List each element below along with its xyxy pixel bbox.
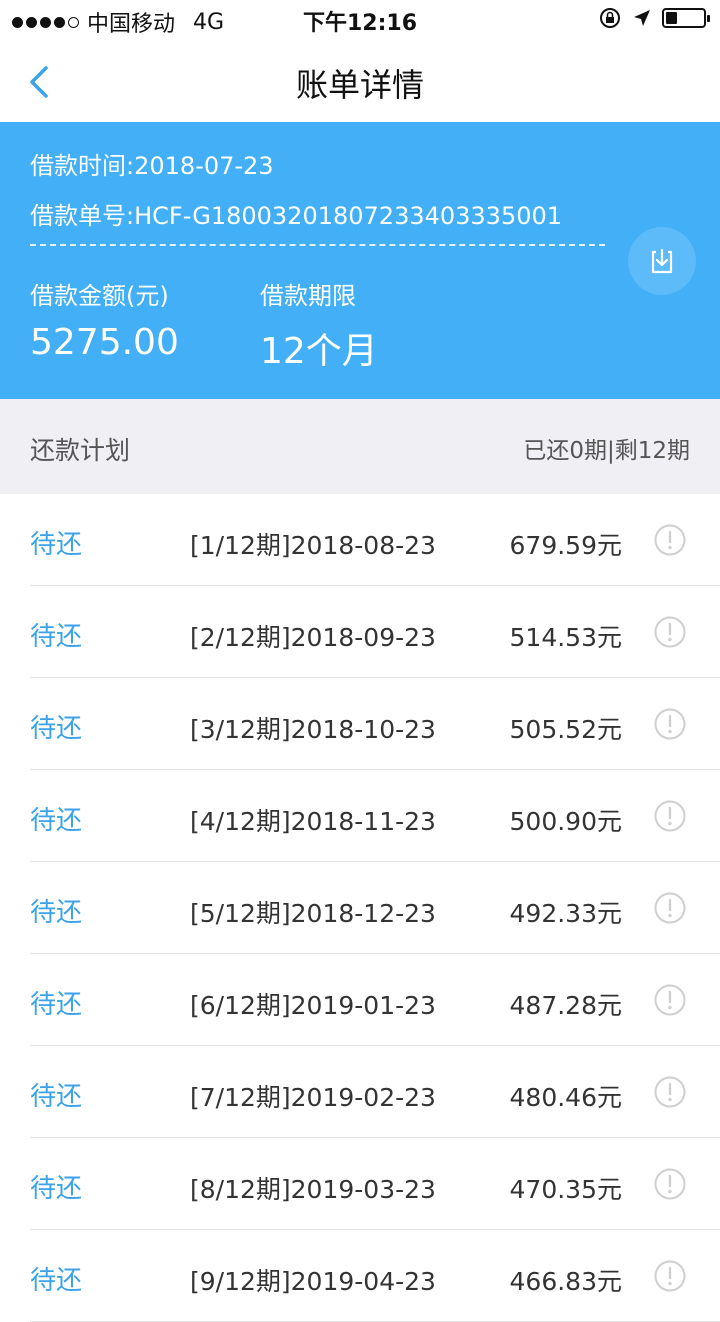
installment-period: [4/12期]2018-11-23 (190, 807, 436, 836)
loan-amount-label: 借款金额(元) (30, 282, 169, 310)
installment-amount: 492.33元 (509, 899, 622, 928)
location-arrow-icon (634, 10, 650, 26)
installment-status: 待还 (30, 898, 83, 928)
info-icon[interactable] (654, 1168, 686, 1200)
installment-status: 待还 (30, 1174, 83, 1204)
info-icon[interactable] (654, 616, 686, 648)
installment-status: 待还 (30, 530, 83, 560)
download-icon (651, 248, 673, 274)
repayment-progress: 已还0期|剩12期 (523, 438, 690, 464)
installment-row[interactable]: 待还 [7/12期]2019-02-23 480.46元 (30, 1046, 720, 1138)
installment-status: 待还 (30, 990, 83, 1020)
battery-level (666, 12, 677, 24)
page-title: 账单详情 (295, 66, 424, 104)
dashed-divider (30, 244, 605, 246)
installment-amount: 487.28元 (509, 991, 622, 1020)
info-icon[interactable] (654, 708, 686, 740)
download-button[interactable] (628, 227, 696, 295)
installment-status: 待还 (30, 1266, 83, 1296)
installment-row[interactable]: 待还 [4/12期]2018-11-23 500.90元 (30, 770, 720, 862)
installment-period: [9/12期]2019-04-23 (190, 1267, 436, 1296)
installment-list: 待还 [1/12期]2018-08-23 679.59元 待还 [2/12期]2018-… (0, 494, 720, 1322)
loan-summary-card: 借款时间:2018-07-23 借款单号:HCF-G18003201807233… (0, 122, 720, 399)
repayment-plan-title: 还款计划 (30, 436, 131, 465)
rotation-lock-icon (600, 8, 620, 28)
loan-term-label: 借款期限 (260, 282, 356, 310)
repayment-plan-header: 还款计划 已还0期|剩12期 (0, 399, 720, 494)
info-icon[interactable] (654, 1076, 686, 1108)
installment-amount: 679.59元 (509, 531, 622, 560)
installment-amount: 470.35元 (509, 1175, 622, 1204)
installment-period: [6/12期]2019-01-23 (190, 991, 436, 1020)
loan-term-value: 12个月 (260, 331, 378, 372)
installment-row[interactable]: 待还 [8/12期]2019-03-23 470.35元 (30, 1138, 720, 1230)
info-icon[interactable] (654, 984, 686, 1016)
installment-period: [7/12期]2019-02-23 (190, 1083, 436, 1112)
installment-row[interactable]: 待还 [6/12期]2019-01-23 487.28元 (30, 954, 720, 1046)
installment-period: [3/12期]2018-10-23 (190, 715, 436, 744)
installment-period: [1/12期]2018-08-23 (190, 531, 436, 560)
installment-period: [8/12期]2019-03-23 (190, 1175, 436, 1204)
installment-amount: 466.83元 (509, 1267, 622, 1296)
installment-status: 待还 (30, 622, 83, 652)
installment-row[interactable]: 待还 [9/12期]2019-04-23 466.83元 (30, 1230, 720, 1322)
info-icon[interactable] (654, 1260, 686, 1292)
nav-bar: 账单详情 (0, 40, 720, 122)
status-bar-right (598, 6, 710, 30)
installment-row[interactable]: 待还 [2/12期]2018-09-23 514.53元 (30, 586, 720, 678)
loan-time: 借款时间:2018-07-23 (30, 152, 274, 180)
installment-period: [5/12期]2018-12-23 (190, 899, 436, 928)
battery-icon (662, 8, 710, 28)
status-bar: 中国移动 4G 下午12:16 (0, 0, 720, 40)
installment-amount: 500.90元 (509, 807, 622, 836)
info-icon[interactable] (654, 800, 686, 832)
installment-amount: 505.52元 (509, 715, 622, 744)
loan-amount-value: 5275.00 (30, 322, 179, 363)
installment-row[interactable]: 待还 [3/12期]2018-10-23 505.52元 (30, 678, 720, 770)
info-icon[interactable] (654, 892, 686, 924)
installment-status: 待还 (30, 806, 83, 836)
loan-number: 借款单号:HCF-G1800320180723340333500​1 (30, 202, 563, 230)
installment-status: 待还 (30, 1082, 83, 1112)
installment-amount: 514.53元 (509, 623, 622, 652)
installment-period: [2/12期]2018-09-23 (190, 623, 436, 652)
installment-row[interactable]: 待还 [5/12期]2018-12-23 492.33元 (30, 862, 720, 954)
installment-row[interactable]: 待还 [1/12期]2018-08-23 679.59元 (30, 494, 720, 586)
installment-amount: 480.46元 (509, 1083, 622, 1112)
installment-status: 待还 (30, 714, 83, 744)
info-icon[interactable] (654, 524, 686, 556)
